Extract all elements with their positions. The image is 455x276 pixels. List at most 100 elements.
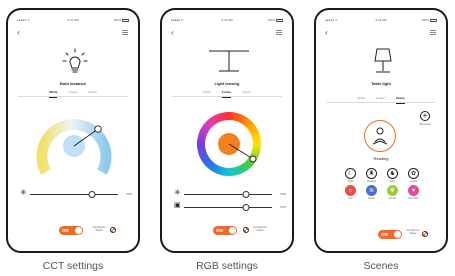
scene-label: Night bbox=[347, 180, 354, 183]
wheel-handle bbox=[249, 155, 257, 163]
heart-icon: ♥ bbox=[408, 185, 419, 196]
brightness-value: 70% bbox=[279, 192, 286, 196]
control-mode-label: Conditioner Status bbox=[253, 226, 267, 232]
saturation-icon: ▣ bbox=[174, 202, 181, 209]
menu-icon[interactable] bbox=[276, 30, 282, 36]
menu-icon[interactable] bbox=[122, 30, 128, 36]
bulb-icon bbox=[62, 48, 88, 73]
scene-item[interactable]: ♞ Work bbox=[382, 168, 403, 183]
brightness-slider[interactable]: ✳ 70% bbox=[20, 188, 132, 198]
slider-thumb[interactable] bbox=[88, 190, 96, 198]
tab-white[interactable]: White bbox=[203, 90, 211, 96]
control-mode-icon[interactable] bbox=[422, 231, 428, 237]
scene-item[interactable]: ≋ Ocean bbox=[361, 185, 382, 200]
battery-icon bbox=[122, 18, 129, 22]
brightness-icon: ✳ bbox=[174, 188, 181, 197]
caption-cct: CCT settings bbox=[42, 260, 104, 272]
back-chevron-icon[interactable]: ‹ bbox=[325, 29, 328, 37]
status-time: 9:41 AM bbox=[67, 18, 79, 22]
power-toggle[interactable]: ON bbox=[378, 230, 402, 239]
tab-white[interactable]: White bbox=[49, 90, 58, 98]
ceiling-lamp-icon bbox=[209, 50, 249, 72]
tab-scene[interactable]: Scene bbox=[395, 96, 405, 104]
slider-thumb[interactable] bbox=[242, 190, 250, 198]
brightness-value: 70% bbox=[125, 192, 132, 196]
brightness-slider[interactable]: ✳ 70% bbox=[174, 188, 286, 198]
tab-colour[interactable]: Colour bbox=[376, 96, 385, 102]
signal-icon: ●●●●● ᯤ bbox=[17, 18, 30, 22]
control-mode-icon[interactable] bbox=[110, 227, 116, 233]
tab-white[interactable]: White bbox=[357, 96, 365, 102]
dial-handle bbox=[94, 125, 102, 133]
battery-icon bbox=[276, 18, 283, 22]
scene-label: Forest bbox=[389, 197, 396, 200]
caption-scenes: Scenes bbox=[363, 260, 399, 272]
mode-tabs: White Colour Scene bbox=[18, 90, 128, 98]
waves-icon: ≋ bbox=[366, 185, 377, 196]
scene-label: Leisure bbox=[409, 180, 418, 183]
tab-colour[interactable]: Colour bbox=[68, 90, 77, 96]
scene-item[interactable]: ♜ Reading bbox=[361, 168, 382, 183]
status-time: 9:41 AM bbox=[375, 18, 387, 22]
current-scene-name: Reading bbox=[373, 156, 389, 161]
scene-item[interactable]: ♥ Romantic bbox=[403, 185, 424, 200]
phone-cct-screen: ●●●●● ᯤ 9:41 AM 100% ‹ Bulb lostance Whi… bbox=[6, 8, 140, 253]
scene-item[interactable]: ☾ Night bbox=[340, 168, 361, 183]
back-chevron-icon[interactable]: ‹ bbox=[17, 29, 20, 37]
phone-rgb-screen: ●●●●● ᯤ 9:41 AM 100% ‹ Light lensing Whi… bbox=[160, 8, 294, 253]
tab-scene[interactable]: Scene bbox=[242, 90, 251, 96]
status-bar: ●●●●● ᯤ 9:41 AM 100% bbox=[17, 18, 129, 24]
signal-icon: ●●●●● ᯤ bbox=[325, 18, 338, 22]
device-name: Light lensing bbox=[214, 81, 240, 86]
tab-scene[interactable]: Scene bbox=[88, 90, 97, 96]
battery-indicator: 100% bbox=[421, 18, 437, 22]
table-lamp-icon bbox=[374, 48, 392, 73]
status-bar: ●●●●● ᯤ 9:41 AM 100% bbox=[171, 18, 283, 24]
scene-label: Ocean bbox=[367, 197, 376, 200]
control-mode-label: Conditioner Status bbox=[406, 229, 420, 235]
brightness-icon: ✳ bbox=[20, 188, 27, 197]
tab-colour[interactable]: Colour bbox=[221, 90, 231, 98]
back-chevron-icon[interactable]: ‹ bbox=[171, 29, 174, 37]
device-name: Bulb lostance bbox=[59, 81, 87, 86]
scene-grid: ☾ Night ♜ Reading ♞ Work ✿ Leisure ⌂ Fire ≋ Ocean ❦ F… bbox=[340, 168, 424, 200]
saturation-value: 70% bbox=[279, 205, 286, 209]
current-scene-icon[interactable] bbox=[364, 120, 396, 152]
reading-icon: ♜ bbox=[366, 168, 377, 179]
signal-icon: ●●●●● ᯤ bbox=[171, 18, 184, 22]
home-icon: ⌂ bbox=[345, 185, 356, 196]
menu-icon[interactable] bbox=[430, 30, 436, 36]
power-toggle[interactable]: ON bbox=[59, 226, 83, 235]
mode-tabs: White Colour Scene bbox=[326, 96, 436, 104]
battery-icon bbox=[430, 18, 437, 22]
status-bar: ●●●●● ᯤ 9:41 AM 100% bbox=[325, 18, 437, 24]
battery-indicator: 100% bbox=[113, 18, 129, 22]
reading-icon bbox=[372, 127, 388, 145]
phone-scenes-screen: ●●●●● ᯤ 9:41 AM 100% ‹ Table light White… bbox=[314, 8, 448, 253]
scene-label: Work bbox=[389, 180, 396, 183]
control-mode-icon[interactable] bbox=[243, 227, 249, 233]
leisure-icon: ✿ bbox=[408, 168, 419, 179]
control-mode-label: Conditioner Status bbox=[92, 226, 106, 232]
power-toggle[interactable]: ON bbox=[213, 226, 237, 235]
device-name: Table light bbox=[371, 81, 391, 86]
add-scene-label: Add scene bbox=[419, 123, 431, 126]
slider-thumb[interactable] bbox=[242, 203, 250, 211]
battery-text: 100% bbox=[113, 18, 121, 22]
scene-item[interactable]: ❦ Forest bbox=[382, 185, 403, 200]
add-scene-button[interactable]: + bbox=[420, 111, 430, 121]
scene-label: Romantic bbox=[408, 197, 419, 200]
scene-label: Fire bbox=[348, 197, 353, 200]
battery-text: 100% bbox=[421, 18, 429, 22]
work-icon: ♞ bbox=[387, 168, 398, 179]
saturation-slider[interactable]: ▣ 70% bbox=[174, 202, 286, 211]
scene-item[interactable]: ✿ Leisure bbox=[403, 168, 424, 183]
scene-label: Reading bbox=[367, 180, 376, 183]
battery-indicator: 100% bbox=[267, 18, 283, 22]
cct-dial[interactable] bbox=[34, 108, 114, 180]
status-time: 9:41 AM bbox=[221, 18, 233, 22]
moon-icon: ☾ bbox=[345, 168, 356, 179]
scene-item[interactable]: ⌂ Fire bbox=[340, 185, 361, 200]
leaf-icon: ❦ bbox=[387, 185, 398, 196]
battery-text: 100% bbox=[267, 18, 275, 22]
